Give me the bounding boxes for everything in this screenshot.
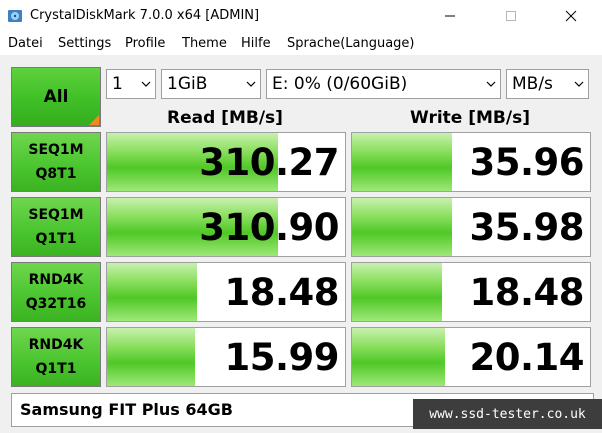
count-value: 1 xyxy=(112,74,123,94)
read-header: Read [MB/s] xyxy=(167,108,283,128)
unit-value: MB/s xyxy=(512,74,553,94)
read-progress-bar xyxy=(107,328,196,386)
menu-bar: Datei Settings Profile Theme Hilfe Sprac… xyxy=(0,33,602,55)
test-button-rnd4k-q1t1[interactable]: RND4K Q1T1 xyxy=(11,327,101,387)
title-bar: CrystalDiskMark 7.0.0 x64 [ADMIN] xyxy=(0,0,602,32)
read-value: 310.27 xyxy=(199,140,339,184)
test-params: Q32T16 xyxy=(25,296,87,312)
chevron-down-icon xyxy=(574,81,584,87)
test-name: RND4K xyxy=(28,272,84,288)
read-value: 18.48 xyxy=(224,270,339,314)
test-button-rnd4k-q32t16[interactable]: RND4K Q32T16 xyxy=(11,262,101,322)
count-select[interactable]: 1 xyxy=(106,69,156,99)
test-params: Q8T1 xyxy=(35,166,77,182)
write-result-cell: 20.14 xyxy=(351,327,591,387)
read-progress-bar xyxy=(107,263,198,321)
write-value: 35.96 xyxy=(469,140,584,184)
write-value: 18.48 xyxy=(469,270,584,314)
write-progress-bar xyxy=(352,263,443,321)
write-value: 20.14 xyxy=(469,335,584,379)
window-title: CrystalDiskMark 7.0.0 x64 [ADMIN] xyxy=(30,8,260,23)
write-progress-bar xyxy=(352,198,452,256)
test-name: SEQ1M xyxy=(28,142,84,158)
close-button[interactable] xyxy=(548,0,594,32)
read-result-cell: 15.99 xyxy=(106,327,346,387)
disk-icon xyxy=(8,10,22,22)
menu-profile[interactable]: Profile xyxy=(125,36,165,51)
write-header: Write [MB/s] xyxy=(410,108,530,128)
menu-settings[interactable]: Settings xyxy=(58,36,111,51)
chevron-down-icon xyxy=(141,81,151,87)
write-result-cell: 35.96 xyxy=(351,132,591,192)
read-value: 15.99 xyxy=(224,335,339,379)
all-button-label: All xyxy=(43,87,69,107)
read-result-cell: 18.48 xyxy=(106,262,346,322)
write-progress-bar xyxy=(352,328,445,386)
all-button[interactable]: All xyxy=(11,67,101,127)
maximize-icon xyxy=(506,11,516,21)
close-icon xyxy=(565,10,577,22)
test-params: Q1T1 xyxy=(35,231,77,247)
read-value: 310.90 xyxy=(199,205,339,249)
read-result-cell: 310.27 xyxy=(106,132,346,192)
chevron-down-icon xyxy=(486,81,496,87)
corner-marker-icon xyxy=(89,115,99,125)
minimize-icon xyxy=(445,15,455,17)
unit-select[interactable]: MB/s xyxy=(506,69,589,99)
test-name: SEQ1M xyxy=(28,207,84,223)
size-value: 1GiB xyxy=(167,74,208,94)
test-params: Q1T1 xyxy=(35,361,77,377)
size-select[interactable]: 1GiB xyxy=(161,69,261,99)
drive-select[interactable]: E: 0% (0/60GiB) xyxy=(266,69,501,99)
maximize-button[interactable] xyxy=(488,0,534,32)
write-result-cell: 18.48 xyxy=(351,262,591,322)
test-button-seq1m-q8t1[interactable]: SEQ1M Q8T1 xyxy=(11,132,101,192)
read-result-cell: 310.90 xyxy=(106,197,346,257)
drive-value: E: 0% (0/60GiB) xyxy=(272,74,408,94)
chevron-down-icon xyxy=(246,81,256,87)
comment-text: Samsung FIT Plus 64GB xyxy=(20,400,233,419)
menu-hilfe[interactable]: Hilfe xyxy=(241,36,271,51)
menu-theme[interactable]: Theme xyxy=(182,36,227,51)
menu-language[interactable]: Sprache(Language) xyxy=(287,36,415,51)
write-progress-bar xyxy=(352,133,452,191)
menu-datei[interactable]: Datei xyxy=(8,36,43,51)
watermark: www.ssd-tester.co.uk xyxy=(413,399,602,429)
minimize-button[interactable] xyxy=(427,0,473,32)
test-button-seq1m-q1t1[interactable]: SEQ1M Q1T1 xyxy=(11,197,101,257)
write-result-cell: 35.98 xyxy=(351,197,591,257)
write-value: 35.98 xyxy=(469,205,584,249)
test-name: RND4K xyxy=(28,337,84,353)
